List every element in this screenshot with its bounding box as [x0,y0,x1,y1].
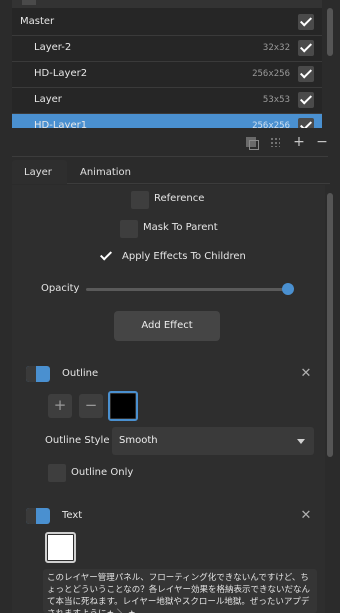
outline-add-button[interactable]: + [48,394,72,418]
reference-checkbox[interactable] [131,191,149,209]
text-close-icon[interactable]: ✕ [299,509,313,523]
move-layer-button[interactable] [265,132,285,152]
scroll-tick [22,0,36,5]
layer-size: 32x32 [262,43,290,53]
mask-to-parent-checkbox[interactable] [120,220,138,238]
layer-row-master[interactable]: Master [12,10,322,36]
layer-row-selected[interactable]: HD-Layer1 256x256 [12,114,322,128]
chevron-down-icon [297,439,305,444]
tab-animation[interactable]: Animation [68,160,143,184]
divider [12,156,328,157]
add-effect-button[interactable]: Add Effect [114,311,220,341]
layer-list: Master Layer-2 32x32 HD-Layer2 256x256 L… [12,8,322,128]
outline-color-fill [111,394,135,418]
opacity-slider-track[interactable] [86,288,288,291]
layer-row[interactable]: HD-Layer2 256x256 [12,62,322,88]
layer-name: HD-Layer2 [34,68,88,79]
text-color-fill [48,535,73,560]
remove-layer-button[interactable]: − [312,132,332,152]
layer-size: 256x256 [252,121,290,128]
duplicate-layer-button[interactable] [241,132,261,152]
outline-close-icon[interactable]: ✕ [299,367,313,381]
text-color-swatch[interactable] [45,532,76,563]
reference-label: Reference [154,193,205,204]
text-title: Text [62,510,83,521]
layer-visible-checkbox[interactable] [298,40,314,56]
layer-visible-checkbox[interactable] [298,14,314,30]
layer-visible-checkbox[interactable] [298,118,314,128]
layer-name: Layer-2 [34,42,72,53]
opacity-slider-knob[interactable] [282,283,294,295]
outline-color-swatch[interactable] [108,391,138,421]
mask-to-parent-label: Mask To Parent [143,222,218,233]
apply-effects-label: Apply Effects To Children [122,251,246,262]
text-effect-icon[interactable] [26,508,50,524]
outline-remove-button[interactable]: − [79,394,103,418]
add-layer-button[interactable]: + [289,132,309,152]
layer-list-scrollbar[interactable] [327,8,333,56]
layer-size: 256x256 [252,69,290,79]
outline-only-label: Outline Only [71,467,134,478]
layer-row[interactable]: Layer-2 32x32 [12,36,322,62]
layer-name: Master [20,16,55,27]
properties-scrollbar[interactable] [327,193,333,457]
move-icon [270,137,280,147]
opacity-label: Opacity [41,283,80,294]
outline-style-label: Outline Style [45,435,110,446]
layer-visible-checkbox[interactable] [298,66,314,82]
outline-title: Outline [62,368,99,379]
outline-only-checkbox[interactable] [48,464,66,482]
duplicate-icon [246,137,259,150]
layer-size: 53x53 [262,95,290,105]
tab-bar: Layer Animation [12,160,330,184]
panel-top-strip [12,0,322,8]
text-content-field[interactable]: このレイヤー管理パネル、フローティング化できないんですけど、ちょっとどういうこと… [43,569,317,613]
layer-properties-panel: Reference Mask To Parent Apply Effects T… [12,185,325,613]
layer-name: Layer [34,94,62,105]
apply-effects-checkbox[interactable] [98,248,116,266]
outline-style-select[interactable]: Smooth [112,427,314,455]
outline-style-value: Smooth [119,435,158,446]
layer-visible-checkbox[interactable] [298,92,314,108]
layer-row[interactable]: Layer 53x53 [12,88,322,114]
layer-list-toolbar: + − [0,130,340,154]
tab-layer[interactable]: Layer [12,160,67,184]
layer-name: HD-Layer1 [34,120,88,128]
outline-effect-icon[interactable] [26,366,50,382]
